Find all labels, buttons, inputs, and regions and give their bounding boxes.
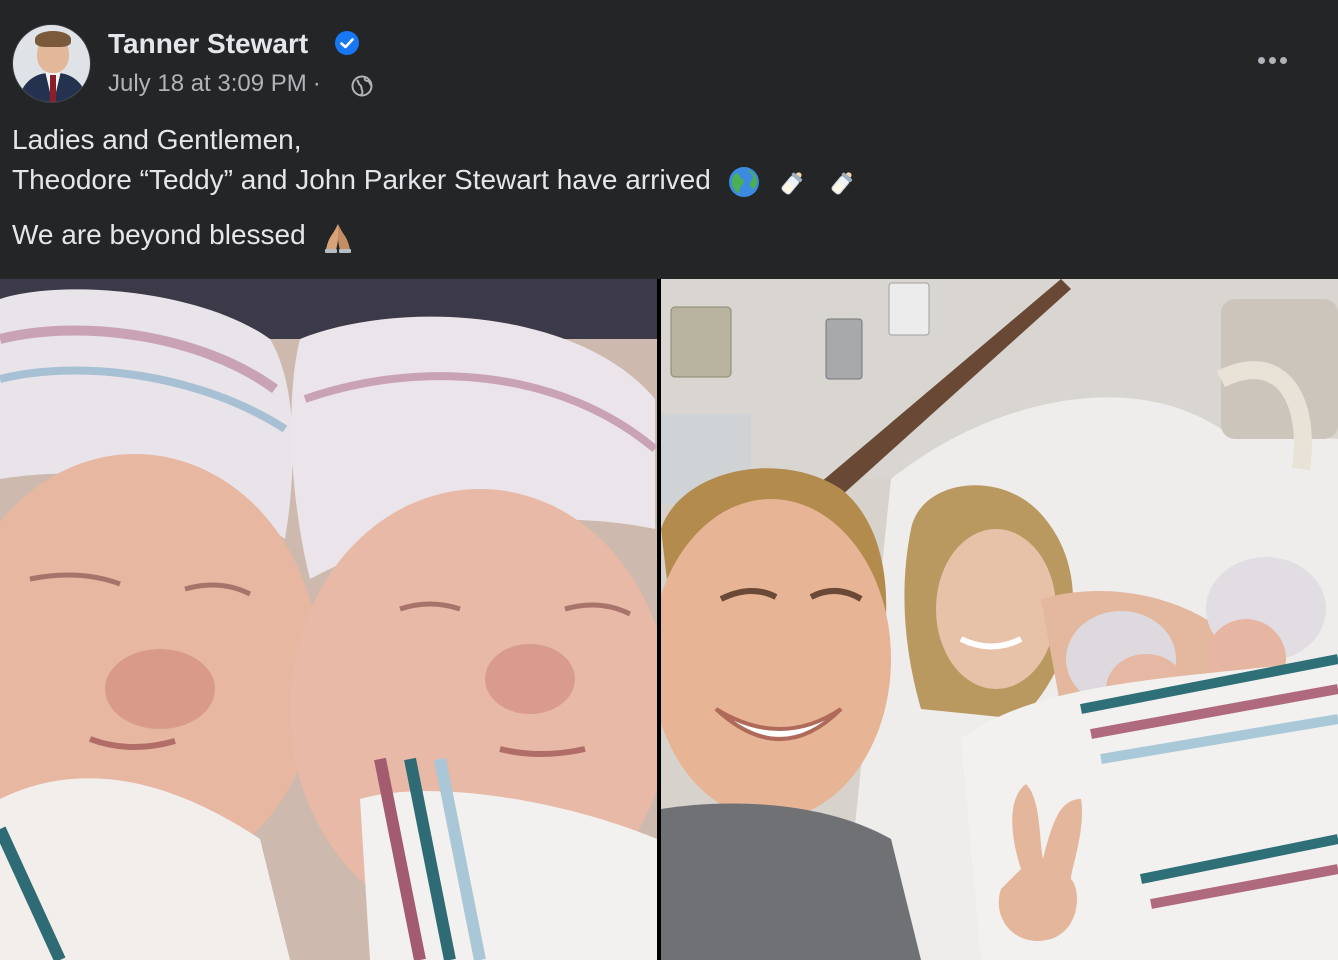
post-text-line-3-text: We are beyond blessed <box>12 219 306 250</box>
post-meta: July 18 at 3:09 PM · <box>108 70 327 98</box>
post-text-line-2: Theodore “Teddy” and John Parker Stewart… <box>12 164 860 199</box>
author-name[interactable]: Tanner Stewart <box>108 28 308 60</box>
post-timestamp[interactable]: July 18 at 3:09 PM <box>108 70 307 97</box>
baby-bottle-emoji <box>831 172 853 195</box>
meta-separator: · <box>312 70 321 97</box>
post-text-line-2-text: Theodore “Teddy” and John Parker Stewart… <box>12 164 711 195</box>
more-options-icon[interactable] <box>1252 50 1292 70</box>
globe-emoji <box>728 166 759 197</box>
newborn-twins-photo[interactable] <box>0 279 657 960</box>
facebook-post: Tanner Stewart July 18 at 3:09 PM · Ladie… <box>0 0 1338 960</box>
baby-bottle-emoji <box>781 172 803 195</box>
photo-grid <box>0 279 1338 960</box>
globe-icon[interactable] <box>350 74 374 98</box>
post-text-line-1: Ladies and Gentlemen, <box>12 124 302 155</box>
verified-badge-icon <box>335 31 359 55</box>
author-avatar[interactable] <box>12 24 91 103</box>
hospital-family-selfie-photo[interactable] <box>661 279 1338 960</box>
post-text-line-3: We are beyond blessed <box>12 219 355 254</box>
folded-hands-emoji <box>325 223 352 253</box>
